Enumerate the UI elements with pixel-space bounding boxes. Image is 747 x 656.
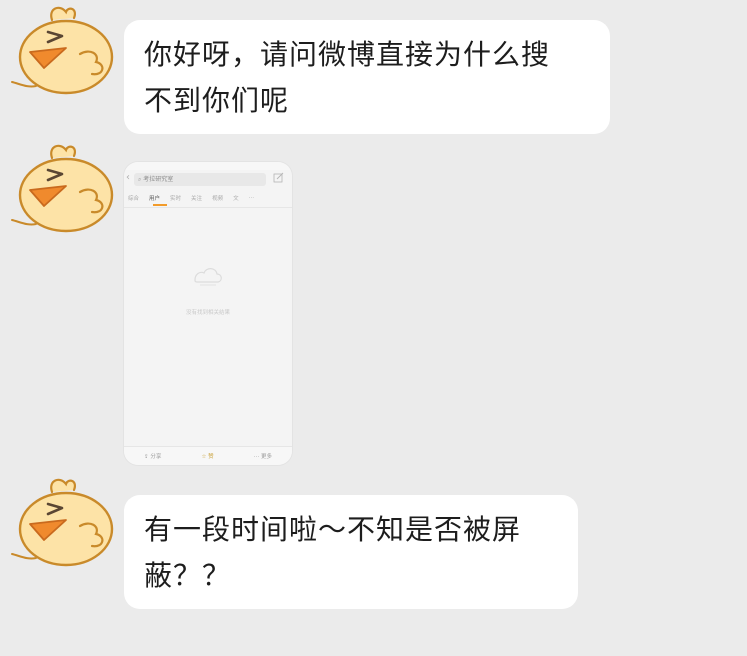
avatar[interactable] [8, 2, 118, 102]
message-line: 蔽？？ [144, 559, 232, 592]
tab: 关注 [191, 196, 203, 202]
message-bubble[interactable]: 你好呀，请问微博直接为什么搜 不到你们呢 [124, 20, 610, 134]
chick-avatar-icon [11, 6, 114, 95]
tab: 综合 [128, 196, 140, 202]
back-arrow-icon: ‹ [126, 172, 130, 183]
bottom-action-bar: ⇪ 分享 ☆ 赞 ⋯ 更多 [124, 446, 292, 465]
chick-avatar-icon [11, 478, 114, 567]
empty-result-icon [194, 268, 222, 286]
more-icon: ⋯ [253, 454, 261, 460]
avatar[interactable] [8, 140, 118, 240]
like-action: ☆ 赞 [201, 454, 214, 460]
share-action: ⇪ 分享 [144, 454, 162, 460]
message-line: 不到你们呢 [144, 84, 290, 117]
message-line: 有一段时间啦～不知是否被屏 [144, 513, 522, 546]
tab: 文 [233, 196, 239, 202]
message-line: 你好呀，请问微博直接为什么搜 [144, 38, 551, 71]
tab-active: 用户 [149, 196, 161, 202]
message-bubble[interactable]: 有一段时间啦～不知是否被屏 蔽？？ [124, 495, 578, 609]
avatar[interactable] [8, 474, 118, 574]
tab-bar: 综合 用户 实时 关注 视频 文 … [128, 194, 288, 204]
search-box: ⌕ 考拉研究室 [134, 173, 266, 186]
more-action: ⋯ 更多 [253, 454, 272, 460]
search-text: 考拉研究室 [143, 176, 174, 183]
status-bar [124, 162, 292, 170]
edit-icon [273, 172, 284, 183]
tab-indicator [153, 204, 167, 206]
tab: 视频 [212, 196, 224, 202]
chick-avatar-icon [11, 144, 114, 233]
chat-area: 你好呀，请问微博直接为什么搜 不到你们呢 ‹ ⌕ 考拉研究室 综合 用户 实时 … [0, 0, 747, 656]
image-message-screenshot[interactable]: ‹ ⌕ 考拉研究室 综合 用户 实时 关注 视频 文 … 没有找到相关结果 ⇪ … [124, 162, 292, 465]
divider [124, 207, 292, 208]
empty-result-text: 没有找到相关结果 [185, 310, 230, 316]
tab: … [248, 194, 255, 200]
tab: 实时 [170, 196, 182, 202]
